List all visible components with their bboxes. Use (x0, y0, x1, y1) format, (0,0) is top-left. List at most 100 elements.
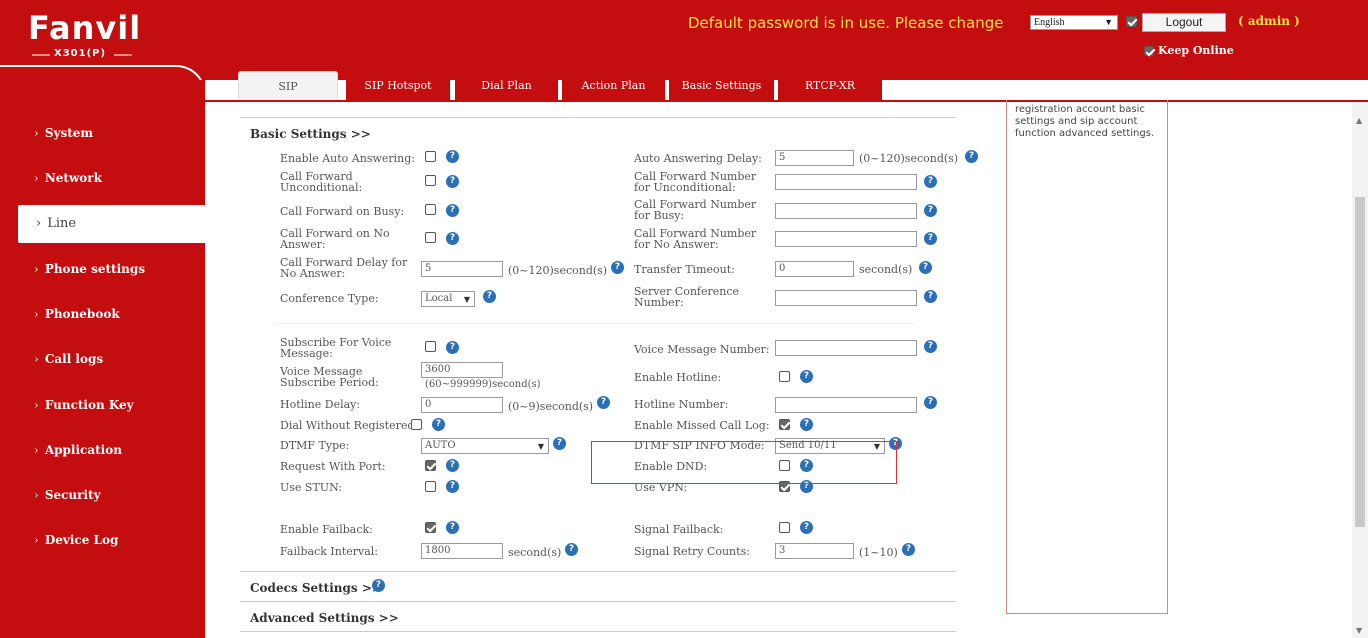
auto-answer-label: Enable Auto Answering: (280, 152, 416, 165)
basic-settings-header[interactable]: Basic Settings >> (250, 127, 371, 141)
help-icon[interactable]: ? (919, 261, 932, 274)
language-select[interactable]: English ▼ (1030, 15, 1118, 30)
auto-answer-delay-input[interactable]: 5 (775, 150, 854, 166)
help-icon[interactable]: ? (372, 579, 385, 592)
cf-delay-input[interactable]: 5 (421, 261, 503, 277)
help-icon[interactable]: ? (446, 175, 459, 188)
help-icon[interactable]: ? (611, 261, 624, 274)
help-icon[interactable]: ? (924, 204, 937, 217)
sidebar-item-call-logs[interactable]: › Call logs (0, 340, 205, 378)
request-with-port-label: Request With Port: (280, 460, 386, 473)
cf-unconditional-label: Call Forward Unconditional: (280, 170, 363, 194)
keep-online[interactable]: Keep Online (1144, 44, 1234, 57)
tab-sip-hotspot[interactable]: SIP Hotspot (346, 71, 450, 101)
enable-failback-checkbox[interactable] (425, 522, 436, 533)
hotline-delay-unit: (0~9)second(s) (508, 400, 594, 413)
signal-retry-counts-input[interactable]: 3 (775, 543, 854, 559)
server-conference-input[interactable] (775, 290, 917, 306)
divider (240, 601, 956, 602)
subscribe-vm-label: Subscribe For Voice Message: (280, 336, 392, 360)
tab-action-plan[interactable]: Action Plan (562, 71, 665, 101)
help-icon[interactable]: ? (565, 543, 578, 556)
scrollbar-thumb[interactable] (1355, 197, 1365, 527)
codecs-settings-header[interactable]: Codecs Settings >> (250, 581, 382, 595)
cf-no-answer-checkbox[interactable] (425, 232, 436, 243)
help-icon[interactable]: ? (965, 150, 978, 163)
help-icon[interactable]: ? (597, 396, 610, 409)
help-icon[interactable]: ? (924, 340, 937, 353)
dtmf-type-select[interactable]: AUTO ▼ (421, 438, 549, 454)
help-icon[interactable]: ? (924, 290, 937, 303)
tab-basic-settings[interactable]: Basic Settings (669, 71, 774, 101)
signal-failback-checkbox[interactable] (779, 522, 790, 533)
scroll-down-arrow-icon[interactable]: ▼ (1356, 626, 1362, 635)
scrollbar[interactable]: ▲ ▼ (1352, 102, 1368, 638)
help-icon[interactable]: ? (446, 459, 459, 472)
cf-no-answer-number-input[interactable] (775, 231, 917, 247)
sidebar-item-network[interactable]: › Network (0, 159, 205, 197)
sidebar-item-line[interactable]: › Line (18, 205, 208, 243)
sidebar-item-device-log[interactable]: › Device Log (0, 521, 205, 559)
use-stun-checkbox[interactable] (425, 481, 436, 492)
divider (275, 323, 915, 324)
request-with-port-checkbox[interactable] (425, 460, 436, 471)
auto-answer-checkbox[interactable] (425, 151, 436, 162)
enable-failback-label: Enable Failback: (280, 523, 373, 536)
help-icon[interactable]: ? (902, 543, 915, 556)
logout-button[interactable]: Logout (1142, 13, 1226, 32)
help-icon[interactable]: ? (924, 232, 937, 245)
help-icon[interactable]: ? (483, 290, 496, 303)
dial-unregistered-label: Dial Without Registered: (280, 419, 419, 432)
help-icon[interactable]: ? (800, 521, 813, 534)
transfer-timeout-input[interactable]: 0 (775, 261, 854, 277)
signal-failback-label: Signal Failback: (634, 523, 724, 536)
tab-sip[interactable]: SIP (238, 71, 338, 101)
cf-busy-number-input[interactable] (775, 203, 917, 219)
tab-underline (205, 100, 1368, 102)
divider (240, 117, 956, 118)
top-bar: Fanvil X301(P) Default password is in us… (0, 0, 1368, 80)
sidebar-item-phone-settings[interactable]: › Phone settings (0, 250, 205, 288)
help-icon[interactable]: ? (446, 204, 459, 217)
keep-online-checkbox[interactable] (1144, 46, 1154, 56)
sidebar-item-phonebook[interactable]: › Phonebook (0, 295, 205, 333)
sidebar-item-application[interactable]: › Application (0, 431, 205, 469)
help-icon[interactable]: ? (924, 175, 937, 188)
brand-logo-text: Fanvil (28, 9, 142, 47)
help-icon[interactable]: ? (800, 370, 813, 383)
cf-unconditional-number-input[interactable] (775, 174, 917, 190)
help-icon[interactable]: ? (446, 341, 459, 354)
default-password-warning[interactable]: Default password is in use. Please chang… (688, 14, 1003, 32)
cf-unconditional-checkbox[interactable] (425, 175, 436, 186)
missed-call-log-checkbox[interactable] (779, 419, 790, 430)
failback-interval-input[interactable]: 1800 (421, 543, 503, 559)
cf-busy-checkbox[interactable] (425, 204, 436, 215)
vm-number-input[interactable] (775, 340, 917, 356)
tab-rtcp-xr[interactable]: RTCP-XR (778, 71, 882, 101)
fanvil-logo: Fanvil X301(P) (22, 9, 142, 59)
tab-dial-plan[interactable]: Dial Plan (455, 71, 558, 101)
language-checkbox[interactable] (1126, 16, 1137, 27)
conference-type-select[interactable]: Local ▼ (421, 291, 475, 307)
advanced-settings-header[interactable]: Advanced Settings >> (250, 611, 399, 625)
sidebar-item-system[interactable]: › System (0, 114, 205, 152)
help-icon[interactable]: ? (800, 418, 813, 431)
help-icon[interactable]: ? (446, 480, 459, 493)
scroll-up-arrow-icon[interactable]: ▲ (1356, 116, 1362, 125)
sidebar-item-security[interactable]: › Security (0, 476, 205, 514)
help-icon[interactable]: ? (446, 521, 459, 534)
dial-unregistered-checkbox[interactable] (411, 419, 422, 430)
subscribe-vm-checkbox[interactable] (425, 341, 436, 352)
sidebar: › System › Network › Line › Phone settings ›… (0, 80, 208, 638)
help-icon[interactable]: ? (432, 418, 445, 431)
hotline-enable-checkbox[interactable] (779, 371, 790, 382)
vm-period-input[interactable]: 3600 (421, 362, 503, 378)
hotline-delay-input[interactable]: 0 (421, 397, 503, 413)
help-icon[interactable]: ? (924, 396, 937, 409)
sidebar-item-function-key[interactable]: › Function Key (0, 386, 205, 424)
help-icon[interactable]: ? (446, 232, 459, 245)
help-icon[interactable]: ? (553, 437, 566, 450)
help-icon[interactable]: ? (446, 150, 459, 163)
vm-period-label: Voice Message Subscribe Period: (280, 365, 379, 389)
hotline-number-input[interactable] (775, 397, 917, 413)
